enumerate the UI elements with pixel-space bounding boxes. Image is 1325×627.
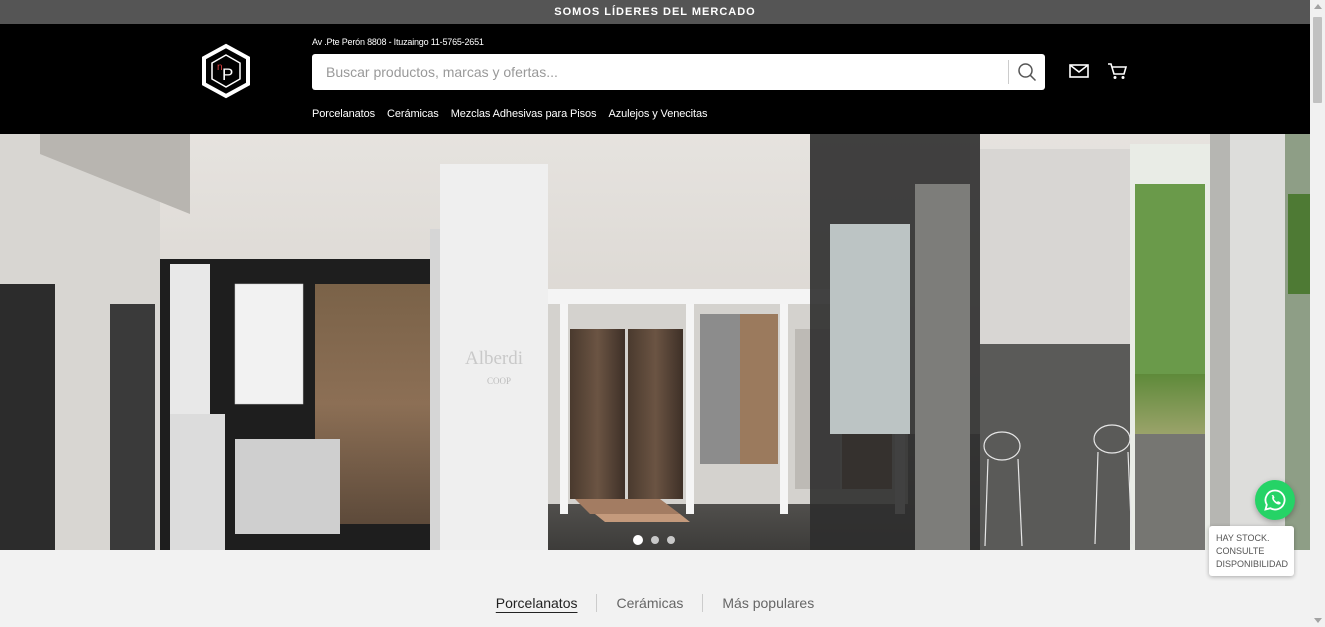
whatsapp-icon	[1264, 489, 1286, 511]
whatsapp-button[interactable]	[1255, 480, 1295, 520]
category-nav: Porcelanatos Cerámicas Mezclas Adhesivas…	[312, 108, 707, 120]
nav-mezclas-adhesivas[interactable]: Mezclas Adhesivas para Pisos	[451, 108, 597, 120]
tab-ceramicas[interactable]: Cerámicas	[596, 594, 702, 612]
page: SOMOS LÍDERES DEL MERCADO n P Av .Pte Pe…	[0, 0, 1310, 627]
nav-azulejos-venecitas[interactable]: Azulejos y Venecitas	[608, 108, 707, 120]
carousel-dot-1[interactable]	[633, 535, 643, 545]
vertical-scrollbar[interactable]	[1310, 0, 1325, 627]
announcement-text: SOMOS LÍDERES DEL MERCADO	[554, 6, 756, 18]
svg-text:Alberdi: Alberdi	[465, 348, 523, 369]
scroll-down-arrow[interactable]	[1314, 618, 1322, 623]
svg-text:P: P	[222, 65, 233, 84]
tab-porcelanatos[interactable]: Porcelanatos	[477, 594, 597, 612]
search-divider	[1008, 60, 1009, 84]
announcement-bar: SOMOS LÍDERES DEL MERCADO	[0, 0, 1310, 24]
nav-porcelanatos[interactable]: Porcelanatos	[312, 108, 375, 120]
whatsapp-tooltip: HAY STOCK. CONSULTE DISPONIBILIDAD	[1209, 526, 1294, 576]
product-tabs: Porcelanatos Cerámicas Más populares	[0, 594, 1310, 612]
mail-icon[interactable]	[1068, 62, 1090, 80]
showroom-photo: Alberdi COOP	[0, 134, 1310, 550]
tab-mas-populares[interactable]: Más populares	[702, 594, 833, 612]
whatsapp-tooltip-line1: HAY STOCK.	[1216, 533, 1270, 543]
search-icon[interactable]	[1017, 62, 1037, 82]
store-address: Av .Pte Perón 8808 - Ituzaingo 11-5765-2…	[312, 37, 484, 47]
search-bar	[312, 54, 1045, 90]
svg-text:COOP: COOP	[487, 376, 511, 386]
whatsapp-tooltip-line2: CONSULTE	[1216, 546, 1265, 556]
carousel-dot-2[interactable]	[651, 536, 659, 544]
scroll-up-arrow[interactable]	[1314, 4, 1322, 9]
carousel-dots	[633, 535, 675, 545]
scrollbar-thumb[interactable]	[1313, 17, 1322, 103]
cart-icon[interactable]	[1107, 62, 1129, 80]
store-logo[interactable]: n P	[200, 43, 252, 99]
carousel-dot-3[interactable]	[667, 536, 675, 544]
nav-ceramicas[interactable]: Cerámicas	[387, 108, 439, 120]
whatsapp-tooltip-line3: DISPONIBILIDAD	[1216, 559, 1289, 569]
hero-carousel[interactable]: Alberdi COOP	[0, 134, 1310, 550]
search-input[interactable]	[312, 54, 1002, 90]
site-header: n P Av .Pte Perón 8808 - Ituzaingo 11-57…	[0, 24, 1310, 134]
